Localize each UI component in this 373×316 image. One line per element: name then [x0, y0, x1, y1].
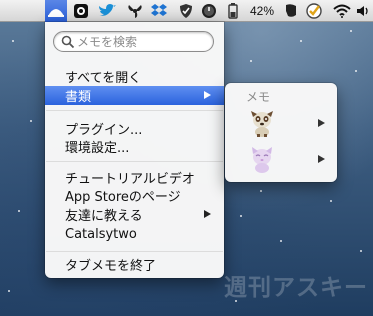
- menu-separator: [46, 110, 223, 111]
- purple-cat-icon: [252, 147, 272, 173]
- menu-item-app-store-page[interactable]: App Storeのページ: [45, 186, 224, 205]
- menu-item-label: プラグイン...: [65, 123, 143, 138]
- menu-separator: [46, 251, 223, 252]
- wifi-icon[interactable]: [331, 0, 353, 22]
- menu-bar: 42%: [0, 0, 373, 22]
- menu-item-documents[interactable]: 書類: [45, 86, 224, 105]
- submenu-item-memo-1[interactable]: [225, 107, 337, 139]
- watermark-logo: 週刊アスキー: [224, 275, 368, 301]
- twitter-bird-icon[interactable]: [96, 0, 118, 22]
- menu-item-label: App Storeのページ: [65, 190, 181, 205]
- search-input[interactable]: [77, 34, 207, 49]
- menu-item-catalsytwo[interactable]: Catalsytwo: [45, 225, 224, 244]
- elephant-icon[interactable]: [282, 0, 300, 22]
- menu-item-tutorial-video[interactable]: チュートリアルビデオ: [45, 168, 224, 187]
- submenu-arrow-icon: [204, 210, 211, 218]
- submenu-header: メモ: [246, 90, 271, 104]
- submenu-arrow-icon: [204, 91, 211, 99]
- menu-item-quit[interactable]: タブメモを終了: [45, 255, 224, 274]
- clock-gauge-icon[interactable]: [199, 0, 219, 22]
- menu-item-label: 友達に教える: [65, 209, 143, 224]
- menu-separator: [46, 161, 223, 162]
- menu-item-plugins[interactable]: プラグイン...: [45, 119, 224, 138]
- menu-item-label: Catalsytwo: [65, 227, 137, 242]
- security-shield-icon[interactable]: [176, 0, 196, 22]
- volume-icon[interactable]: [355, 0, 371, 22]
- submenu-item-memo-2[interactable]: [225, 143, 337, 175]
- menu-item-label: タブメモを終了: [65, 259, 157, 274]
- tabmemo-menu-icon[interactable]: [45, 0, 67, 22]
- menu-item-preferences[interactable]: 環境設定...: [45, 137, 224, 156]
- search-icon: [61, 35, 75, 48]
- dropbox-icon[interactable]: [148, 0, 170, 22]
- checkmark-badge-icon[interactable]: [304, 0, 324, 22]
- menu-item-label: チュートリアルビデオ: [65, 172, 195, 187]
- battery-percentage[interactable]: 42%: [247, 0, 277, 22]
- search-field[interactable]: [53, 31, 214, 52]
- fan-icon[interactable]: [125, 0, 145, 22]
- evernote-icon[interactable]: [72, 0, 90, 22]
- menu-item-label: 書類: [65, 90, 92, 105]
- tabmemo-dropdown-menu: すべてを開く 書類 プラグイン... 環境設定... チュートリアルビデオ Ap…: [45, 22, 224, 278]
- menu-item-label: 環境設定...: [65, 141, 130, 156]
- menu-item-label: すべてを開く: [65, 71, 142, 86]
- brown-cat-icon: [251, 111, 273, 137]
- documents-submenu: メモ: [225, 83, 337, 182]
- submenu-arrow-icon: [318, 119, 325, 127]
- submenu-arrow-icon: [318, 155, 325, 163]
- menu-item-tell-a-friend[interactable]: 友達に教える: [45, 205, 224, 224]
- battery-icon[interactable]: [222, 0, 244, 22]
- menu-item-open-all[interactable]: すべてを開く: [45, 67, 224, 86]
